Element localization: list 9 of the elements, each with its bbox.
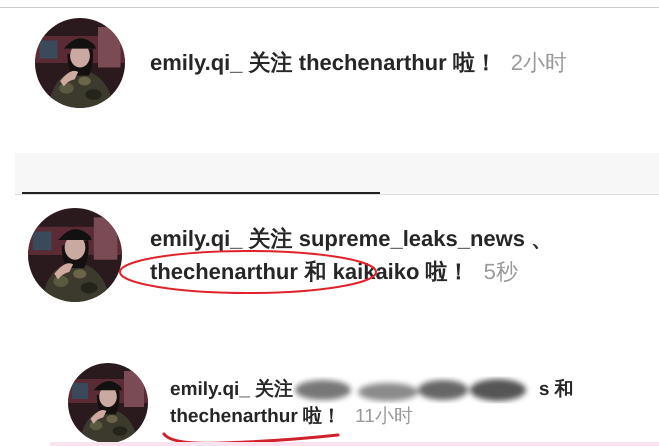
timestamp: 2小时	[510, 52, 568, 74]
notification-text: thechenarthur 啦！	[170, 407, 342, 426]
timestamp: 5秒	[484, 260, 518, 282]
notification-text: emily.qi_ 关注	[170, 380, 294, 399]
notification-text: emily.qi_ 关注 supreme_leaks_news 、	[150, 228, 554, 250]
notification-text: emily.qi_ 关注 thechenarthur 啦！	[150, 52, 497, 74]
notification-text: thechenarthur	[150, 260, 298, 282]
timestamp: 11小时	[355, 407, 413, 426]
notification-text: s 和	[538, 380, 574, 399]
